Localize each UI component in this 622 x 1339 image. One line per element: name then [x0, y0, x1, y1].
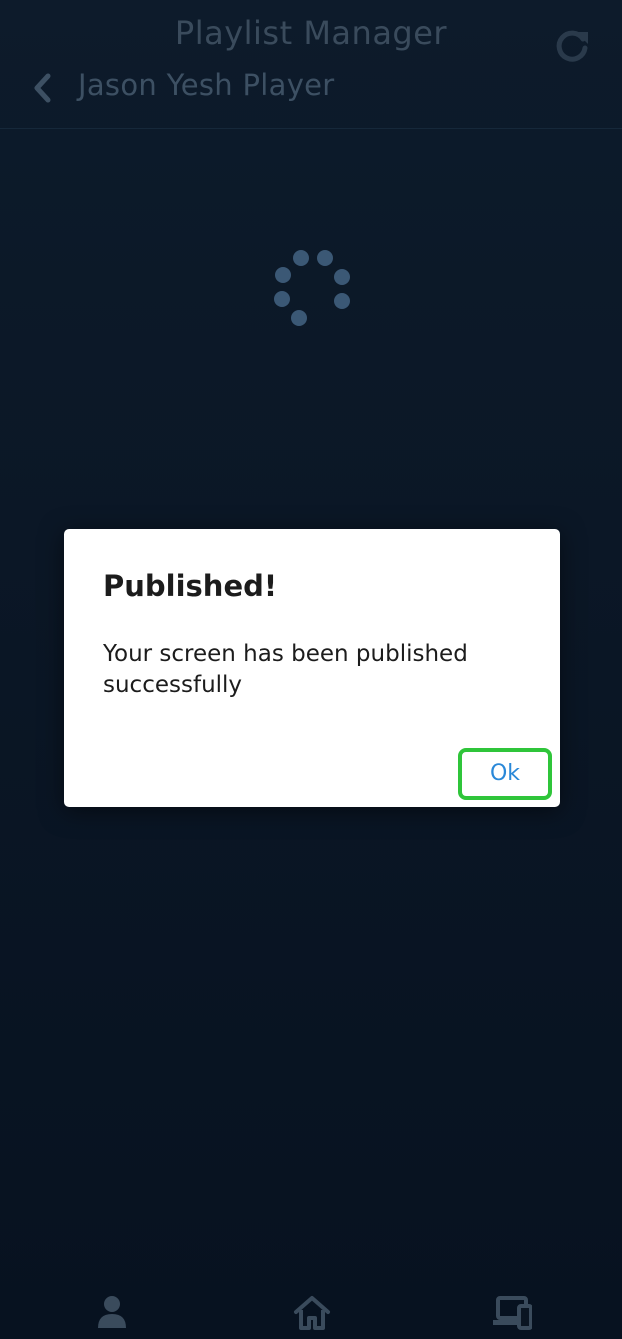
- loading-spinner-icon: [262, 240, 362, 340]
- dialog-title: Published!: [103, 569, 278, 603]
- bottom-tab-bar: [0, 1280, 622, 1339]
- devices-icon[interactable]: [492, 1294, 533, 1330]
- dialog-message: Your screen has been published successfu…: [103, 641, 468, 698]
- publish-dialog: Published! Your screen has been publishe…: [64, 529, 560, 807]
- back-chevron-icon[interactable]: [28, 70, 58, 106]
- user-icon[interactable]: [92, 1294, 132, 1330]
- refresh-icon[interactable]: [552, 26, 592, 66]
- header: Playlist Manager Jason Yesh Player: [0, 0, 622, 129]
- page-title: Jason Yesh Player: [78, 68, 335, 102]
- home-icon[interactable]: [292, 1294, 332, 1330]
- ok-button[interactable]: Ok: [458, 748, 552, 800]
- app-title: Playlist Manager: [174, 14, 448, 52]
